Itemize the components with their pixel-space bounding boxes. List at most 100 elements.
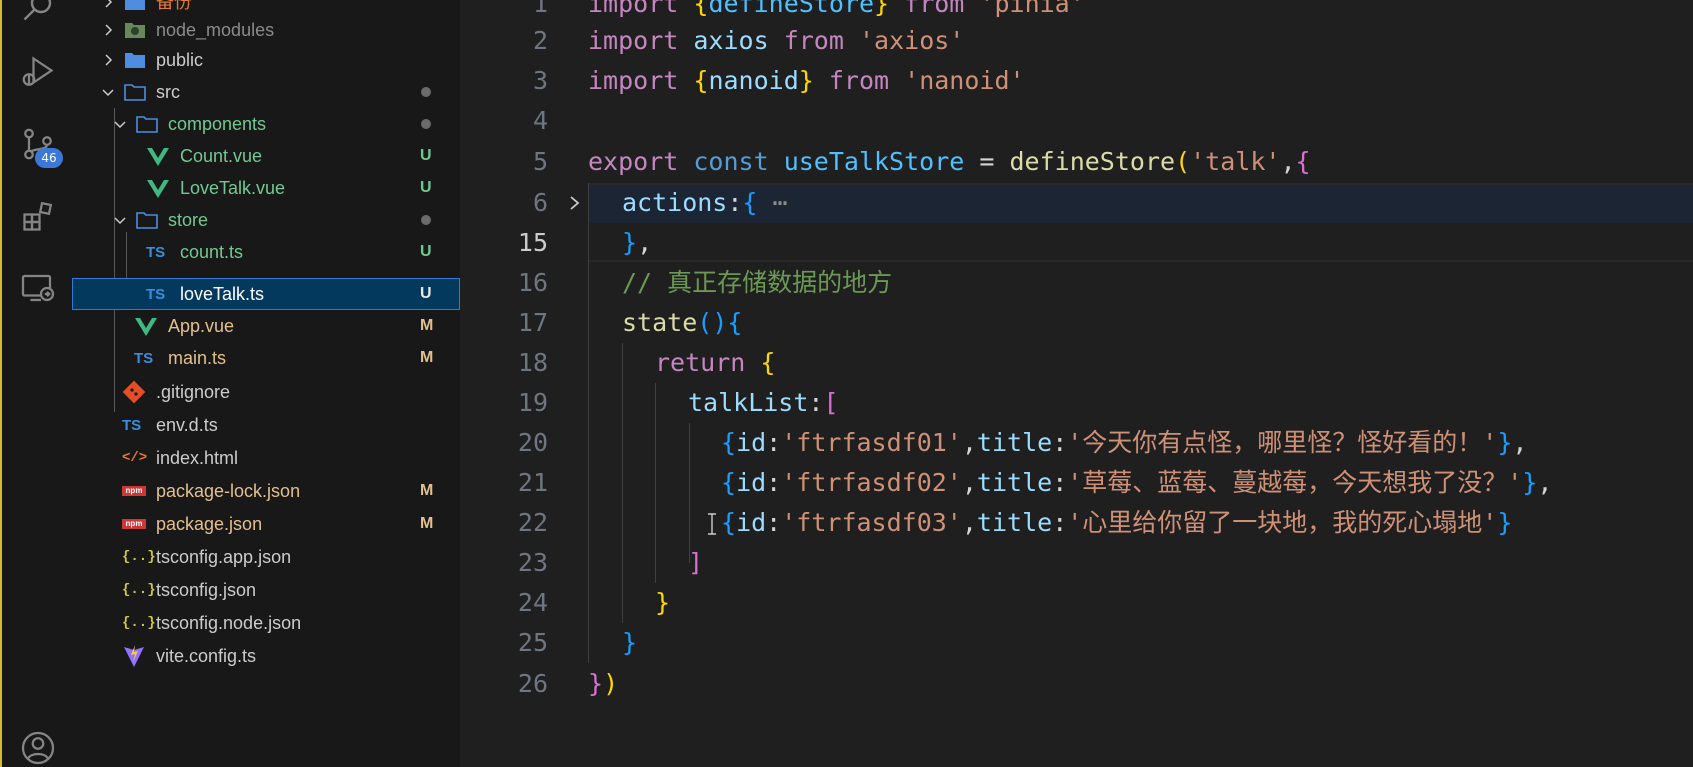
code-line-active: 15 }, (460, 223, 1693, 263)
code-line: 25 } (460, 623, 1693, 663)
search-icon[interactable] (18, 0, 58, 26)
npm-icon: npm (122, 519, 146, 529)
tree-item-label: src (156, 82, 180, 102)
tree-item-label: .gitignore (156, 382, 231, 402)
git-status-untracked: U (420, 147, 432, 164)
code-line: 2 import axios from 'axios' (460, 21, 1693, 61)
code-line: 20 {id:'ftrfasdf01',title:'今天你有点怪，哪里怪？怪好… (460, 423, 1693, 463)
git-status-untracked: U (420, 179, 432, 196)
run-debug-icon[interactable] (18, 52, 58, 92)
git-status-modified: M (420, 349, 434, 366)
folder-open-icon (124, 84, 146, 101)
source-control-badge: 46 (35, 148, 63, 168)
tree-item-components[interactable]: components (72, 108, 460, 140)
line-number: 3 (532, 66, 548, 95)
line-number: 6 (532, 188, 548, 217)
code-text: {id:'ftrfasdf03',title:'心里给你留了一块地，我的死心塌地… (721, 508, 1513, 537)
tree-item-src[interactable]: src (72, 76, 460, 108)
json-icon: {..} (122, 549, 156, 565)
tree-item-label: tsconfig.json (156, 580, 257, 600)
code-text: } (622, 628, 638, 657)
tree-item-public[interactable]: public (72, 44, 460, 76)
code-line: 16 // 真正存储数据的地方 (460, 263, 1693, 303)
tree-item-lovetalk-vue[interactable]: LoveTalk.vue U (72, 172, 460, 204)
vite-icon (124, 645, 144, 667)
tree-item-label: node_modules (156, 20, 275, 40)
tree-item-app-vue[interactable]: App.vue M (72, 310, 460, 342)
tree-item-label: public (156, 50, 204, 70)
code-line: 19 talkList:[ (460, 383, 1693, 423)
tree-item-package-lock-json[interactable]: npm package-lock.json M (72, 475, 460, 507)
git-status-modified: M (420, 482, 434, 499)
tree-item-count-vue[interactable]: Count.vue U (72, 140, 460, 172)
tree-item-gitignore[interactable]: .gitignore (72, 376, 460, 408)
npm-icon: npm (122, 486, 146, 496)
tree-item-label: package-lock.json (156, 481, 301, 501)
tree-item-store[interactable]: store (72, 204, 460, 236)
code-line: 6 actions:{ ⋯ (460, 183, 1693, 223)
tree-item-label: main.ts (168, 348, 227, 368)
vue-icon (147, 148, 169, 166)
line-number: 19 (517, 388, 548, 417)
text-cursor-icon (708, 513, 716, 535)
code-line: 3 import {nanoid} from 'nanoid' (460, 61, 1693, 101)
extensions-icon[interactable] (18, 196, 58, 236)
line-number: 26 (517, 669, 548, 698)
modified-dot (421, 119, 431, 129)
tree-item-label: tsconfig.node.json (156, 613, 302, 633)
tree-item-package-json[interactable]: npm package.json M (72, 508, 460, 540)
line-number: 15 (517, 228, 548, 257)
chevron-right-icon (105, 0, 113, 8)
tree-item-label: index.html (156, 448, 239, 468)
remote-explorer-icon[interactable] (18, 268, 58, 308)
tree-item-label: tsconfig.app.json (156, 547, 292, 567)
tree-item-index-html[interactable]: </> index.html (72, 442, 460, 474)
code-text: import {nanoid} from 'nanoid' (588, 66, 1025, 95)
tree-item-main-ts[interactable]: TS main.ts M (72, 342, 460, 374)
ts-icon: TS (122, 416, 142, 434)
tree-item-label: LoveTalk.vue (180, 178, 286, 198)
json-icon: {..} (122, 582, 156, 598)
tree-item-label: store (168, 210, 209, 230)
tree-item-count-ts[interactable]: TS count.ts U (72, 236, 460, 268)
folder-icon (125, 53, 145, 68)
code-line: 17 state(){ (460, 303, 1693, 343)
git-status-modified: M (420, 515, 434, 532)
code-text: return { (655, 348, 776, 377)
line-number: 4 (532, 106, 548, 135)
tree-item-tsconfig-app-json[interactable]: {..} tsconfig.app.json (72, 541, 460, 573)
ts-icon: TS (134, 349, 154, 367)
tree-item-node-modules[interactable]: node_modules (72, 14, 460, 46)
tree-item-label: package.json (156, 514, 263, 534)
tree-item-label: App.vue (168, 316, 235, 336)
tree-item-env-d-ts[interactable]: TS env.d.ts (72, 409, 460, 441)
tree-item-vite-config-ts[interactable]: vite.config.ts (72, 640, 460, 672)
json-icon: {..} (122, 615, 156, 631)
modified-dot (421, 215, 431, 225)
code-line: 4 (460, 101, 1693, 141)
tree-item-tsconfig-json[interactable]: {..} tsconfig.json (72, 574, 460, 606)
code-editor[interactable]: 1 import {defineStore} from 'pinia' 2 im… (460, 0, 1693, 767)
code-text: talkList:[ (688, 388, 839, 417)
code-text: {id:'ftrfasdf02',title:'草莓、蓝莓、蔓越莓，今天想我了没… (721, 468, 1553, 497)
git-icon (122, 380, 146, 404)
line-number: 17 (517, 308, 548, 337)
code-line: 5 export const useTalkStore = defineStor… (460, 142, 1693, 182)
chevron-right-icon (105, 54, 113, 66)
tree-item-label: count.ts (180, 242, 244, 262)
git-status-untracked: U (420, 285, 432, 302)
chevron-down-icon (114, 217, 126, 225)
tree-item-lovetalk-ts[interactable]: TS loveTalk.ts U (72, 278, 460, 310)
activity-bar: 46 (0, 0, 72, 767)
code-text: ] (688, 548, 704, 577)
accounts-icon[interactable] (18, 728, 58, 767)
git-status-untracked: U (420, 243, 432, 260)
code-text: } (655, 588, 671, 617)
code-line: 22 {id:'ftrfasdf03',title:'心里给你留了一块地，我的死… (460, 503, 1693, 543)
code-line: 24 } (460, 583, 1693, 623)
tree-item-label: loveTalk.ts (180, 284, 265, 304)
tree-item-tsconfig-node-json[interactable]: {..} tsconfig.node.json (72, 607, 460, 639)
line-number: 5 (532, 147, 548, 176)
line-number: 25 (517, 628, 548, 657)
chevron-down-icon (114, 121, 126, 129)
